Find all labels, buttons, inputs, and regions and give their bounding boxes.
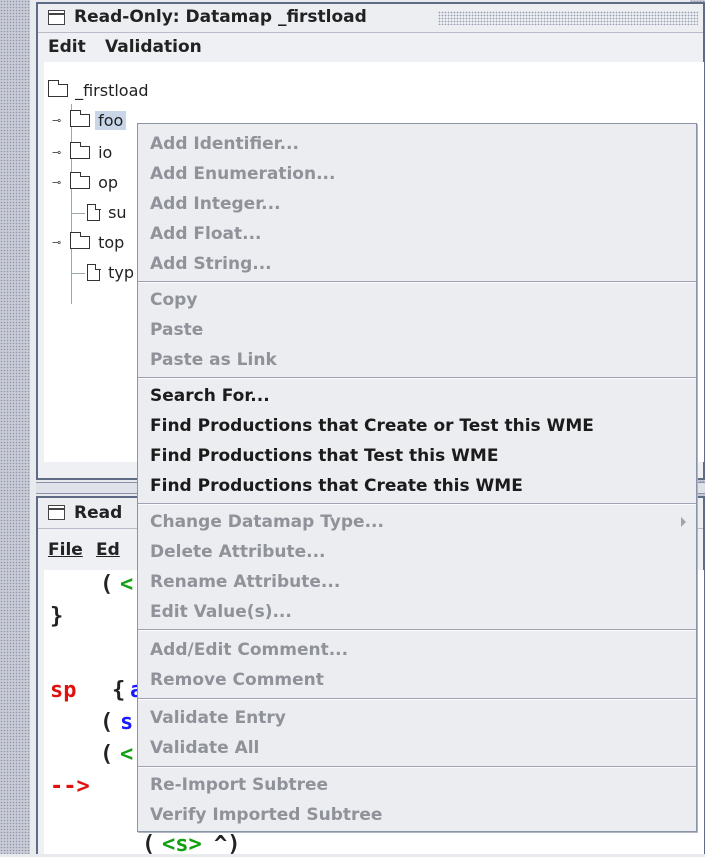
folder-icon xyxy=(69,110,90,127)
tree-guide-line xyxy=(71,213,85,214)
menu-item-add-identifier[interactable]: Add Identifier... xyxy=(150,130,299,158)
menu-item-reimport-subtree[interactable]: Re-Import Subtree xyxy=(150,771,328,799)
tree-node-typ[interactable]: typ xyxy=(87,262,134,284)
menu-file[interactable]: File xyxy=(48,540,83,560)
tree-node-label: top xyxy=(98,233,125,252)
title-bar-grip xyxy=(438,11,698,25)
menu-separator xyxy=(138,629,696,631)
menu-item-copy[interactable]: Copy xyxy=(150,286,197,314)
menu-item-add-edit-comment[interactable]: Add/Edit Comment... xyxy=(150,636,348,664)
tree-guide-line xyxy=(71,104,72,304)
folder-icon xyxy=(47,80,68,97)
folder-icon xyxy=(69,142,90,159)
code-variable: < xyxy=(120,742,134,767)
code-paren: ( xyxy=(142,832,156,857)
file-icon xyxy=(87,263,101,281)
datamap-menu-bar: Edit Validation xyxy=(38,33,703,59)
menu-item-search-for[interactable]: Search For... xyxy=(150,382,270,410)
editor-window-title: Read xyxy=(74,503,123,523)
menu-validation[interactable]: Validation xyxy=(105,37,202,57)
submenu-arrow-icon xyxy=(681,517,686,527)
tree-node-label: su xyxy=(108,203,127,222)
tree-node-su[interactable]: su xyxy=(87,202,127,224)
menu-edit[interactable]: Ed xyxy=(96,540,120,560)
expand-handle-icon[interactable]: ⊸ xyxy=(52,172,61,194)
menu-item-change-datamap-type[interactable]: Change Datamap Type... xyxy=(150,508,384,536)
code-variable: < xyxy=(120,572,134,597)
menu-item-edit-values[interactable]: Edit Value(s)... xyxy=(150,598,292,626)
menu-separator xyxy=(138,503,696,505)
menu-item-add-string[interactable]: Add String... xyxy=(150,250,272,278)
tree-node-label: typ xyxy=(108,263,134,282)
expand-handle-icon[interactable]: ⊸ xyxy=(52,110,61,132)
menu-edit[interactable]: Edit xyxy=(48,37,86,57)
menu-item-validate-entry[interactable]: Validate Entry xyxy=(150,704,286,732)
tree-root-label: _firstload xyxy=(75,81,149,100)
menu-item-rename-attribute[interactable]: Rename Attribute... xyxy=(150,568,340,596)
code-symbol: s xyxy=(120,710,134,735)
code-paren: ( xyxy=(100,742,114,767)
menu-item-delete-attribute[interactable]: Delete Attribute... xyxy=(150,538,326,566)
tree-node-op[interactable]: ⊸ op xyxy=(52,172,118,194)
window-icon xyxy=(48,505,65,520)
menu-item-add-enumeration[interactable]: Add Enumeration... xyxy=(150,160,335,188)
file-icon xyxy=(87,203,101,221)
tree-node-io[interactable]: ⊸ io xyxy=(52,142,112,164)
menu-item-add-integer[interactable]: Add Integer... xyxy=(150,190,281,218)
datamap-title-bar[interactable]: Read-Only: Datamap _firstload xyxy=(38,4,703,33)
menu-separator xyxy=(138,766,696,768)
code-arrow: --> xyxy=(50,774,90,799)
menu-item-validate-all[interactable]: Validate All xyxy=(150,734,259,762)
menu-item-paste[interactable]: Paste xyxy=(150,316,203,344)
datamap-window-title: Read-Only: Datamap _firstload xyxy=(74,7,367,27)
expand-handle-icon[interactable]: ⊸ xyxy=(52,142,61,164)
desktop-background-left xyxy=(0,0,30,854)
menu-item-find-test[interactable]: Find Productions that Test this WME xyxy=(150,442,498,470)
tree-root[interactable]: _firstload xyxy=(47,80,149,102)
tree-node-label: foo xyxy=(95,111,127,130)
window-icon xyxy=(48,10,65,25)
tree-node-foo[interactable]: ⊸ foo xyxy=(52,110,127,132)
code-keyword: sp xyxy=(50,678,77,703)
tree-node-top[interactable]: ⊸ top xyxy=(52,232,124,254)
tree-guide-line xyxy=(71,273,85,274)
menu-item-find-create-or-test[interactable]: Find Productions that Create or Test thi… xyxy=(150,412,594,440)
folder-icon xyxy=(69,232,90,249)
folder-icon xyxy=(69,172,90,189)
menu-item-remove-comment[interactable]: Remove Comment xyxy=(150,666,324,694)
expand-handle-icon[interactable]: ⊸ xyxy=(52,232,61,254)
tree-node-label: io xyxy=(98,143,113,162)
code-paren: ( xyxy=(100,572,114,597)
code-variable: <s> xyxy=(162,832,202,857)
menu-item-verify-imported-subtree[interactable]: Verify Imported Subtree xyxy=(150,801,382,829)
code-brace: { xyxy=(112,678,126,703)
code-paren: ( xyxy=(100,710,114,735)
menu-separator xyxy=(138,698,696,700)
menu-item-paste-as-link[interactable]: Paste as Link xyxy=(150,346,277,374)
menu-separator xyxy=(138,281,696,283)
menu-item-add-float[interactable]: Add Float... xyxy=(150,220,262,248)
tree-node-label: op xyxy=(98,173,119,192)
context-menu: Add Identifier... Add Enumeration... Add… xyxy=(137,123,697,832)
menu-separator xyxy=(138,377,696,379)
code-brace: } xyxy=(50,604,64,629)
menu-item-find-create[interactable]: Find Productions that Create this WME xyxy=(150,472,523,500)
code-caret: ^) xyxy=(214,832,241,857)
